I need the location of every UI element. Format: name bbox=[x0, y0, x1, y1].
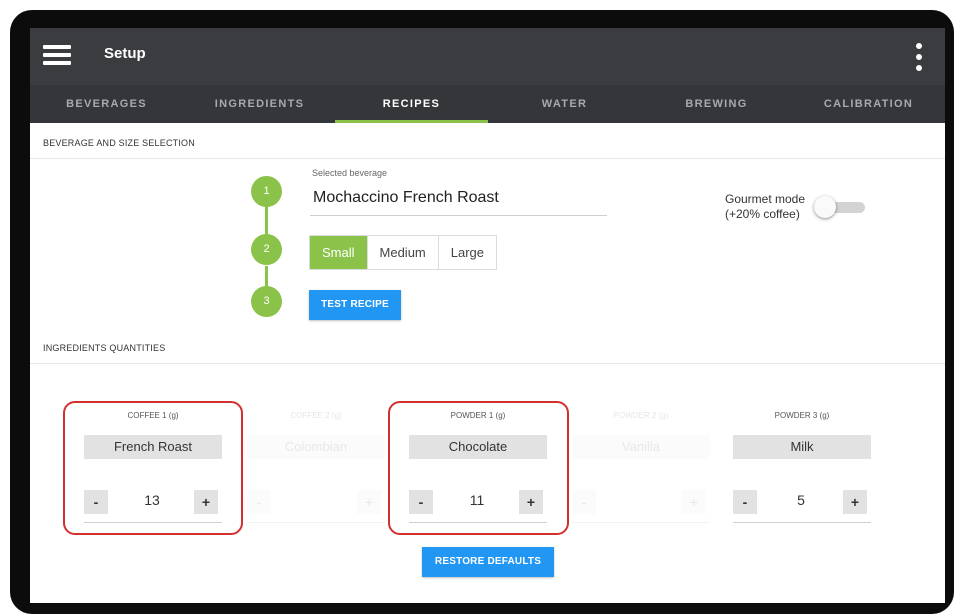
increment-button[interactable]: + bbox=[843, 490, 867, 514]
decrement-button: - bbox=[247, 490, 271, 514]
increment-button: + bbox=[357, 490, 381, 514]
gourmet-mode-label: Gourmet mode (+20% coffee) bbox=[725, 192, 805, 222]
ingredient-select[interactable]: Milk bbox=[733, 435, 871, 459]
field-underline bbox=[733, 522, 871, 523]
restore-defaults-button[interactable]: RESTORE DEFAULTS bbox=[422, 547, 554, 577]
tab-ingredients[interactable]: INGREDIENTS bbox=[183, 85, 336, 123]
app-title: Setup bbox=[104, 45, 146, 62]
annotation-highlight-coffee-1 bbox=[63, 401, 243, 535]
ingredient-label: POWDER 2 (g) bbox=[613, 411, 669, 420]
field-underline bbox=[310, 215, 607, 216]
tab-recipes[interactable]: RECIPES bbox=[335, 85, 488, 123]
ingredient-label: COFFEE 2 (g) bbox=[290, 411, 342, 420]
beverage-section-header: BEVERAGE AND SIZE SELECTION bbox=[30, 125, 945, 159]
step-2-badge: 2 bbox=[251, 234, 282, 265]
field-underline bbox=[572, 522, 710, 523]
app-bar: Setup bbox=[30, 28, 945, 85]
hamburger-menu-icon[interactable] bbox=[43, 45, 71, 65]
selected-beverage-label: Selected beverage bbox=[312, 168, 388, 178]
tab-bar: BEVERAGES INGREDIENTS RECIPES WATER BREW… bbox=[30, 85, 945, 123]
ingredient-powder-2: POWDER 2 (g) Vanilla - + bbox=[572, 383, 710, 533]
ingredient-label: POWDER 3 (g) bbox=[774, 411, 830, 420]
ingredient-coffee-2: COFFEE 2 (g) Colombian - + bbox=[247, 383, 385, 533]
gourmet-toggle-knob[interactable] bbox=[814, 196, 836, 218]
decrement-button[interactable]: - bbox=[733, 490, 757, 514]
field-underline bbox=[247, 522, 385, 523]
quantity-value[interactable]: 5 bbox=[765, 492, 837, 508]
section-title: INGREDIENTS QUANTITIES bbox=[43, 343, 166, 353]
annotation-highlight-powder-1 bbox=[388, 401, 569, 535]
size-selector: Small Medium Large bbox=[309, 235, 498, 270]
active-tab-indicator bbox=[335, 120, 488, 123]
increment-button: + bbox=[682, 490, 706, 514]
step-3-badge: 3 bbox=[251, 286, 282, 317]
ingredient-select: Vanilla bbox=[572, 435, 710, 459]
size-large-button[interactable]: Large bbox=[439, 236, 496, 269]
app-screen: Setup BEVERAGES INGREDIENTS RECIPES WATE… bbox=[30, 28, 945, 603]
tab-beverages[interactable]: BEVERAGES bbox=[30, 85, 183, 123]
step-1-badge: 1 bbox=[251, 176, 282, 207]
decrement-button: - bbox=[572, 490, 596, 514]
test-recipe-button[interactable]: TEST RECIPE bbox=[309, 290, 401, 320]
gourmet-mode-text: Gourmet mode bbox=[725, 192, 806, 206]
ingredient-select: Colombian bbox=[247, 435, 385, 459]
ingredients-section-header: INGREDIENTS QUANTITIES bbox=[30, 330, 945, 364]
section-title: BEVERAGE AND SIZE SELECTION bbox=[43, 138, 195, 148]
size-small-button[interactable]: Small bbox=[310, 236, 368, 269]
tab-water[interactable]: WATER bbox=[488, 85, 641, 123]
size-medium-button[interactable]: Medium bbox=[368, 236, 439, 269]
gourmet-mode-subtext: (+20% coffee) bbox=[725, 207, 800, 221]
tab-brewing[interactable]: BREWING bbox=[640, 85, 793, 123]
tab-calibration[interactable]: CALIBRATION bbox=[792, 85, 945, 123]
more-vert-icon[interactable] bbox=[915, 43, 923, 71]
ingredient-powder-3: POWDER 3 (g) Milk - 5 + bbox=[733, 383, 871, 533]
selected-beverage-field[interactable]: Mochaccino French Roast bbox=[313, 189, 499, 207]
